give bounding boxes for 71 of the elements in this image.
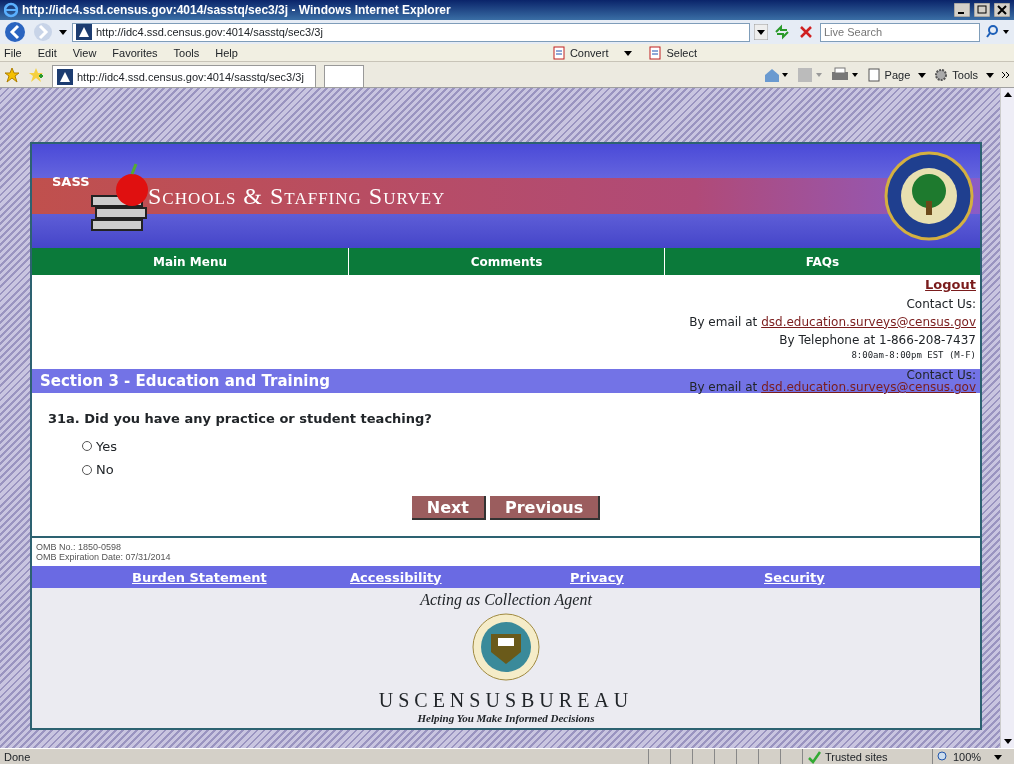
contact-heading: Contact Us:	[905, 295, 976, 313]
zoom-button[interactable]: 100%	[932, 749, 994, 764]
browser-logo-icon	[4, 2, 18, 18]
omb-text: OMB No.: 1850-0598	[36, 541, 123, 552]
select-button[interactable]: Select	[648, 45, 698, 60]
footer-link[interactable]: Accessibility	[350, 567, 442, 587]
chevron-right-icon[interactable]	[1002, 70, 1010, 79]
email-line: By email at dsd.education.surveys@census.gov	[688, 313, 976, 331]
scrollbar[interactable]	[1000, 88, 1014, 748]
footer-link[interactable]: Privacy	[570, 567, 624, 587]
footer-link[interactable]: Security	[764, 567, 825, 587]
agent-text: Acting as Collection Agent	[420, 589, 592, 611]
site-icon	[76, 24, 92, 40]
add-favorite-icon[interactable]	[28, 66, 44, 83]
tools-menu[interactable]: Tools	[934, 67, 978, 82]
minimize-button[interactable]	[954, 3, 970, 17]
caret-down-icon[interactable]	[918, 70, 927, 79]
window-title: http://idc4.ssd.census.gov:4014/sasstq/sec3/3j - Windows Internet Explorer	[22, 3, 452, 17]
caret-down-icon[interactable]	[986, 70, 994, 79]
search-field[interactable]: Live Search	[820, 22, 980, 42]
back-button[interactable]	[4, 21, 28, 43]
convert-button[interactable]: Convert	[551, 45, 609, 60]
logo-text: SASS	[52, 173, 90, 192]
nav-link[interactable]: Comments	[470, 252, 543, 271]
banner-title: Schools & Staffing Survey	[148, 182, 446, 210]
nav-link[interactable]: Main Menu	[152, 252, 227, 271]
page-icon	[866, 67, 881, 82]
star-icon[interactable]	[4, 66, 20, 83]
maximize-button[interactable]	[974, 3, 990, 17]
status-text: Done	[3, 750, 31, 763]
page-menu[interactable]: Page	[866, 67, 911, 82]
email-line: By email at dsd.education.surveys@census.gov	[689, 381, 976, 393]
menu-item[interactable]: Favorites	[112, 46, 158, 59]
new-tab-button[interactable]	[324, 65, 364, 87]
email-link[interactable]: dsd.education.surveys@census.gov	[761, 314, 976, 329]
next-button[interactable]: Next	[411, 495, 486, 520]
caret-down-icon[interactable]	[624, 48, 633, 57]
phone-text: By Telephone at 1-866-208-7437	[778, 331, 976, 349]
menu-item[interactable]: File	[4, 46, 22, 59]
footer-link[interactable]: Burden Statement	[132, 567, 267, 587]
check-icon	[807, 749, 821, 764]
address-field[interactable]: http://idc4.ssd.census.gov:4014/sasstq/sec3/3j	[72, 22, 750, 42]
dropdown-arrow-icon[interactable]	[58, 27, 68, 37]
radio-option[interactable]: Yes	[82, 436, 964, 456]
home-icon[interactable]	[762, 66, 789, 83]
question-text: 31a. Did you have any practice or student teaching?	[48, 410, 433, 428]
nav-link[interactable]: FAQs	[805, 252, 840, 271]
hours-text: 8:00am-8:00pm EST (M-F)	[850, 348, 976, 362]
menu-item[interactable]: View	[72, 46, 97, 59]
bureau-wordmark: USCENSUSBUREAU	[378, 689, 634, 710]
logout-link[interactable]: Logout	[925, 275, 976, 295]
site-icon	[57, 68, 73, 85]
menu-item[interactable]: Help	[215, 46, 238, 59]
gear-icon	[934, 67, 949, 82]
menu-item[interactable]: Tools	[173, 46, 200, 59]
omb-text: OMB Expiration Date: 07/31/2014	[36, 551, 172, 562]
printer-icon[interactable]	[830, 66, 859, 83]
browser-tab[interactable]: http://idc4.ssd.census.gov:4014/sasstq/sec3/3j	[52, 65, 316, 87]
section-title: Section 3 - Education and Training	[32, 369, 686, 393]
radio-option[interactable]: No	[82, 460, 964, 480]
contact-heading: Contact Us:	[906, 369, 976, 381]
seal-emblem	[471, 611, 541, 682]
document-icon	[551, 45, 566, 60]
close-button[interactable]	[994, 3, 1010, 17]
previous-button[interactable]: Previous	[489, 495, 601, 520]
dropdown-arrow-icon[interactable]	[754, 24, 768, 40]
menu-item[interactable]: Edit	[37, 46, 57, 59]
caret-down-icon[interactable]	[994, 752, 1002, 761]
zone-text: Trusted sites	[825, 750, 888, 763]
tab-title: http://idc4.ssd.census.gov:4014/sasstq/sec3/3j	[77, 70, 304, 83]
tagline-text: Helping You Make Informed Decisions	[417, 710, 595, 726]
